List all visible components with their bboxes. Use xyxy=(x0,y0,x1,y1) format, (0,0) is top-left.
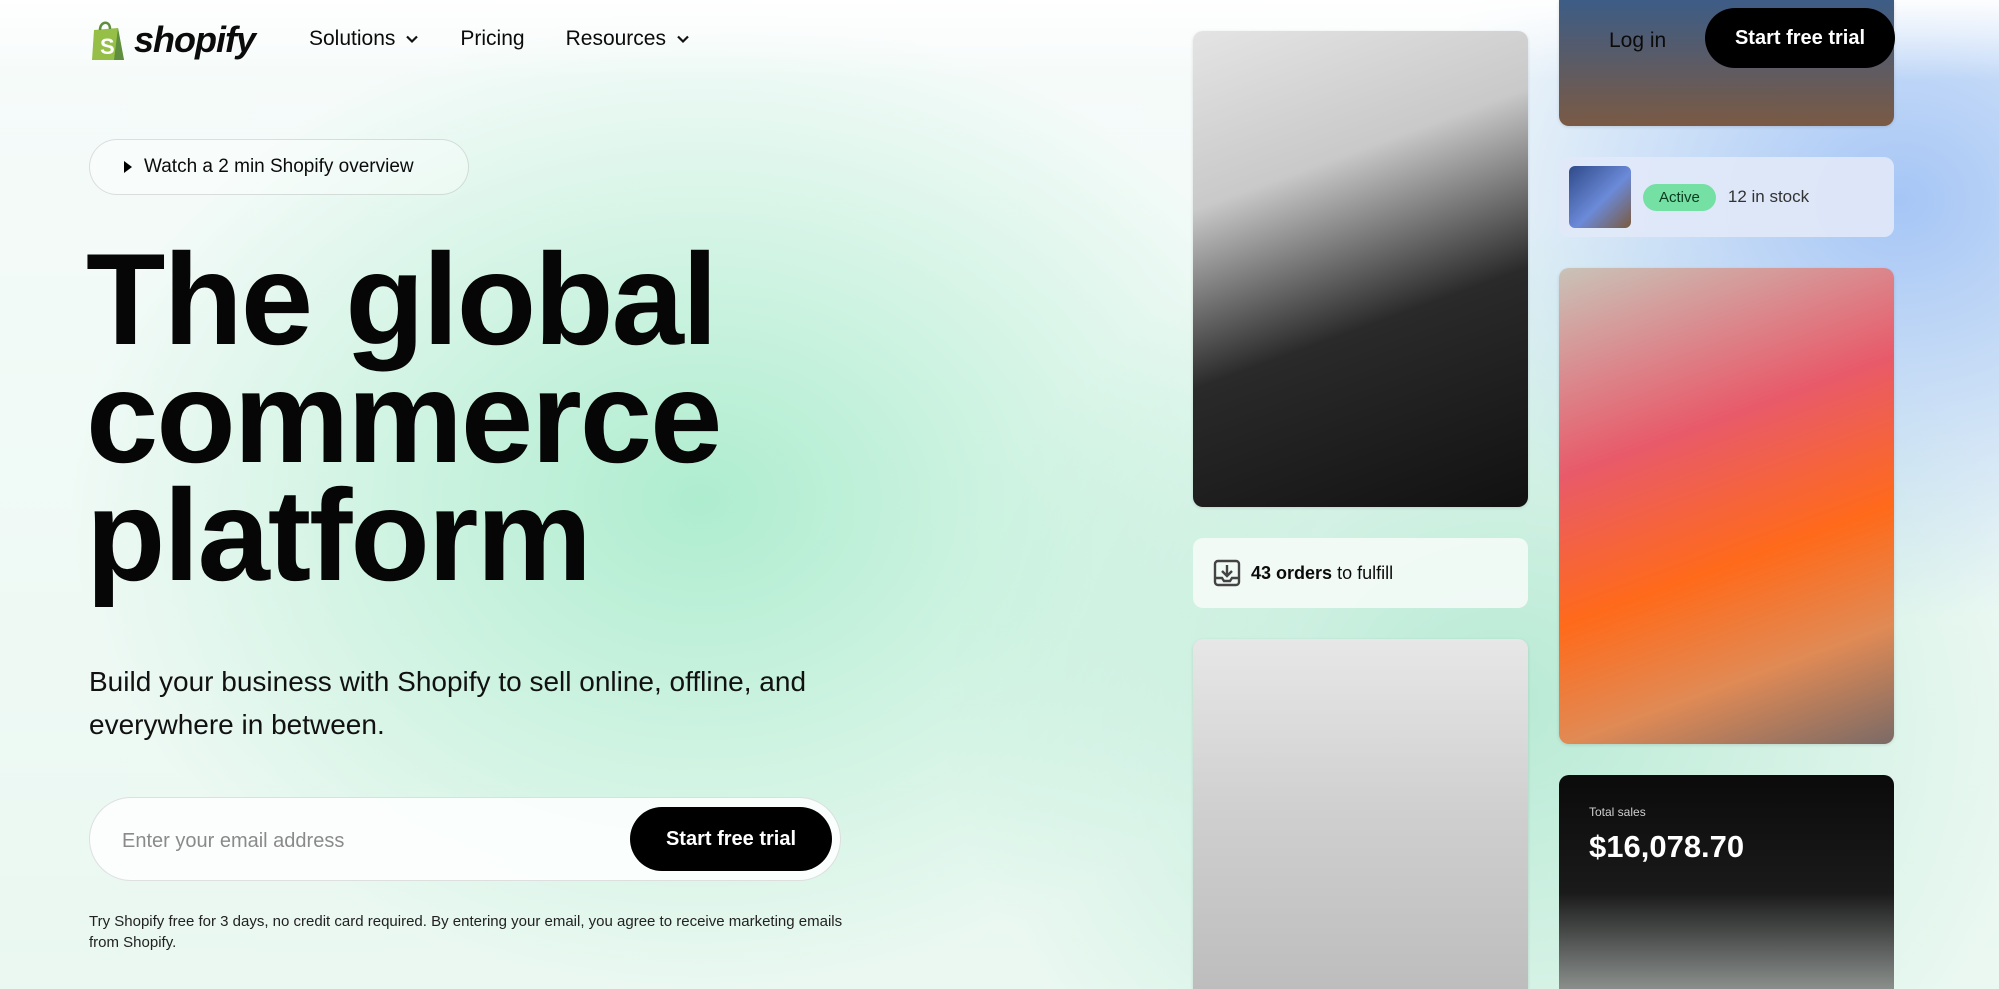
email-input[interactable] xyxy=(120,820,604,862)
stock-count: 12 in stock xyxy=(1727,187,1810,206)
product-thumbnail xyxy=(1569,166,1631,228)
sales-value: $16,078.70 xyxy=(1589,829,1745,864)
orders-card: 43 orders to fulfill xyxy=(1193,538,1528,608)
svg-text:S: S xyxy=(100,34,115,59)
signup-disclaimer: Try Shopify free for 3 days, no credit c… xyxy=(89,913,843,951)
shopify-bag-icon: S xyxy=(92,21,124,60)
sales-label: Total sales xyxy=(1589,805,1646,819)
nav-item-solutions[interactable]: Solutions xyxy=(309,27,419,51)
orders-suffix: to fulfill xyxy=(1337,562,1394,583)
main-nav: Solutions Pricing Resources xyxy=(309,27,690,51)
total-sales-card: Total sales $16,078.70 xyxy=(1559,775,1894,989)
play-icon xyxy=(124,161,132,173)
chevron-down-icon xyxy=(406,35,419,44)
nav-label: Pricing xyxy=(460,27,525,50)
inventory-card: Active 12 in stock xyxy=(1559,157,1894,237)
nav-label: Solutions xyxy=(309,27,396,50)
photo-photoshoot xyxy=(1193,639,1528,989)
status-badge: Active xyxy=(1643,183,1716,211)
hero-subheadline: Build your business with Shopify to sell… xyxy=(89,666,807,740)
email-signup-form: Start free trial xyxy=(89,797,841,881)
inbox-download-icon xyxy=(1213,559,1241,587)
orders-text: 43 orders to fulfill xyxy=(1251,563,1393,584)
photo-sunglasses-model xyxy=(1559,268,1894,744)
photo-jewelry-maker xyxy=(1193,31,1528,507)
nav-item-resources[interactable]: Resources xyxy=(566,27,690,51)
orders-count: 43 orders xyxy=(1251,562,1333,583)
headline-line: commerce xyxy=(86,344,722,490)
nav-item-pricing[interactable]: Pricing xyxy=(460,27,524,51)
watch-label: Watch a 2 min Shopify overview xyxy=(144,156,414,177)
login-link[interactable]: Log in xyxy=(1609,29,1666,53)
watch-overview-button[interactable]: Watch a 2 min Shopify overview xyxy=(89,139,469,195)
email-start-trial-button[interactable]: Start free trial xyxy=(630,807,832,871)
logo-wordmark: shopify xyxy=(134,19,256,60)
chevron-down-icon xyxy=(677,35,689,44)
start-free-trial-button[interactable]: Start free trial xyxy=(1705,8,1895,68)
shopify-logo[interactable]: S shopify xyxy=(88,18,256,62)
headline-line: The global xyxy=(86,226,718,372)
headline-line: platform xyxy=(86,462,592,608)
page-title: The global commerce platform xyxy=(86,226,722,608)
nav-label: Resources xyxy=(565,27,666,50)
